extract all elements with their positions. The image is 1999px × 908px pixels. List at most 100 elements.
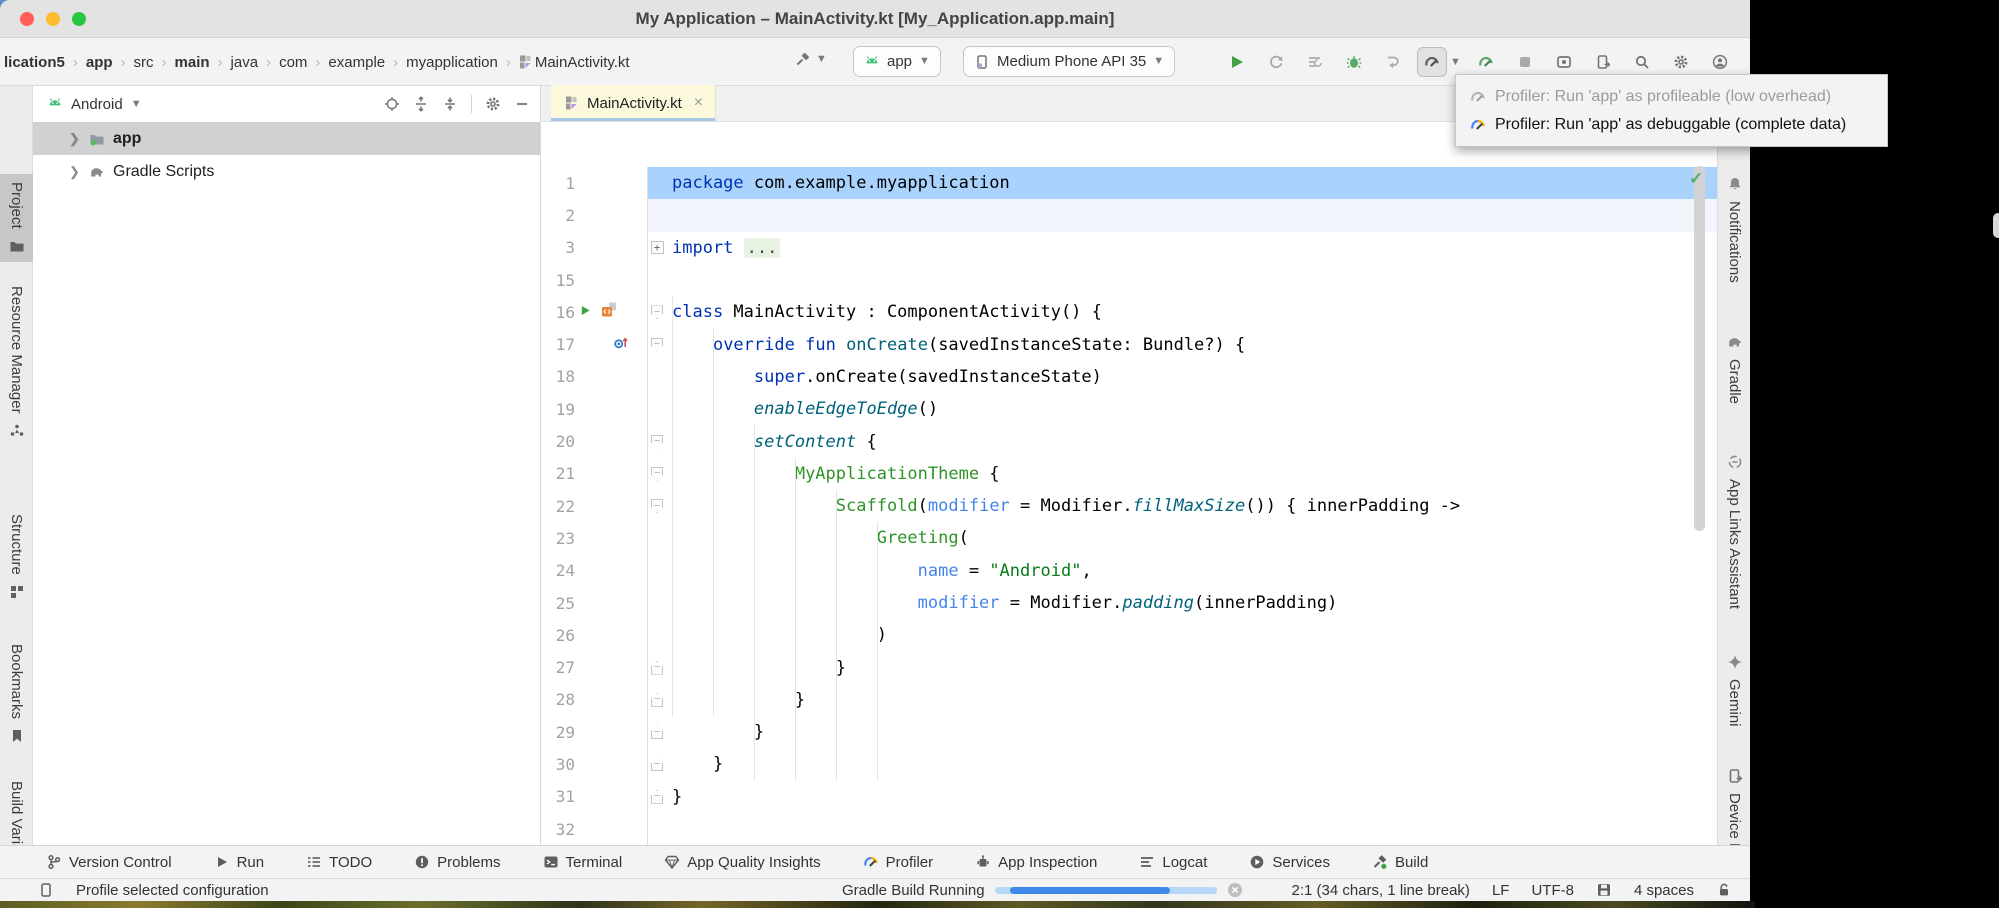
breadcrumb-item[interactable]: MainActivity.kt xyxy=(533,54,632,71)
cancel-build-icon[interactable] xyxy=(1227,882,1243,898)
stripe-item-app-links-assistant[interactable]: App Links Assistant xyxy=(1718,454,1751,609)
toolwindow-build[interactable]: Build xyxy=(1372,854,1428,871)
toolwindow-todo[interactable]: TODO xyxy=(306,854,372,871)
breadcrumb-item[interactable]: lication5 xyxy=(2,54,67,71)
gear-icon[interactable] xyxy=(485,96,501,112)
toolwindow-version-control[interactable]: Version Control xyxy=(46,854,172,871)
editor-scrollbar[interactable] xyxy=(1694,166,1705,531)
gutter xyxy=(575,684,647,716)
line-number: 22 xyxy=(541,497,575,516)
fold-marker-icon[interactable]: – xyxy=(651,435,663,449)
tree-node-app[interactable]: ❯app xyxy=(33,122,540,155)
profile-low-overhead-button[interactable] xyxy=(1471,47,1501,77)
fold-marker-icon[interactable]: – xyxy=(651,305,663,319)
breadcrumb-item[interactable]: src xyxy=(132,54,156,71)
device-manager-button[interactable] xyxy=(1588,47,1618,77)
bookmark-icon xyxy=(9,728,25,744)
profiler-button[interactable] xyxy=(1417,47,1447,77)
run-class-icon[interactable] xyxy=(579,302,592,322)
toolwindow-problems[interactable]: Problems xyxy=(414,854,500,871)
stripe-item-gradle[interactable]: Gradle xyxy=(1718,334,1751,404)
stripe-item-project[interactable]: Project xyxy=(0,174,33,262)
run-configuration-label: app xyxy=(887,53,912,70)
apply-code-changes-button[interactable] xyxy=(1300,47,1330,77)
breadcrumb-item[interactable]: java xyxy=(229,54,261,71)
fold-marker-icon[interactable]: – xyxy=(651,661,663,675)
stripe-item-bookmarks[interactable]: Bookmarks xyxy=(0,644,33,744)
code-line: 2 xyxy=(541,199,1717,231)
override-method-icon[interactable] xyxy=(613,334,629,355)
bell-icon xyxy=(1727,176,1743,192)
search-everywhere-button[interactable] xyxy=(1627,47,1657,77)
stop-button[interactable] xyxy=(1510,47,1540,77)
code-line: 18 super.onCreate(savedInstanceState) xyxy=(541,361,1717,393)
unlock-icon[interactable] xyxy=(1716,882,1732,898)
inspections-ok-icon[interactable]: ✓ xyxy=(1689,169,1703,189)
gradle-build-progress: Gradle Build Running xyxy=(842,879,1243,901)
build-project-button[interactable]: ▼ xyxy=(795,51,827,67)
stripe-item-gemini[interactable]: Gemini xyxy=(1718,654,1751,727)
breadcrumb-item[interactable]: example xyxy=(326,54,387,71)
gutter xyxy=(575,490,647,522)
tree-node-gradle-scripts[interactable]: ❯Gradle Scripts xyxy=(33,155,540,188)
device-select[interactable]: Medium Phone API 35 ▼ xyxy=(963,46,1175,77)
stripe-item-resource-manager[interactable]: Resource Manager xyxy=(0,286,33,439)
tab-mainactivity[interactable]: MainActivity.kt × xyxy=(551,85,716,121)
close-icon[interactable]: × xyxy=(694,94,703,112)
caret-position-widget[interactable]: 2:1 (34 chars, 1 line break) xyxy=(1292,882,1470,899)
fold-marker-icon[interactable]: – xyxy=(651,725,663,739)
expand-icon[interactable] xyxy=(413,96,429,112)
code-editor[interactable]: MainActivity.kt × 1package com.example.m… xyxy=(541,86,1717,845)
collapse-icon[interactable] xyxy=(442,96,458,112)
line-ending-widget[interactable]: LF xyxy=(1492,882,1510,899)
breadcrumb-item[interactable]: app xyxy=(84,54,115,71)
chevron-right-icon[interactable]: ❯ xyxy=(69,131,81,147)
code-line: 15 xyxy=(541,264,1717,296)
fold-marker-icon[interactable]: – xyxy=(651,790,663,804)
fold-marker-icon[interactable]: – xyxy=(651,499,663,513)
debug-button[interactable] xyxy=(1339,47,1369,77)
stripe-item-notifications[interactable]: Notifications xyxy=(1718,176,1751,283)
fold-marker-icon[interactable]: – xyxy=(651,693,663,707)
toolwindow-run[interactable]: Run xyxy=(214,854,265,871)
stripe-label: App Links Assistant xyxy=(1726,479,1743,609)
toolwindow-app-inspection[interactable]: App Inspection xyxy=(975,854,1097,871)
run-configuration-select[interactable]: app ▼ xyxy=(853,46,941,77)
toolwindow-app-quality-insights[interactable]: App Quality Insights xyxy=(664,854,820,871)
indent-widget[interactable]: 4 spaces xyxy=(1634,882,1694,899)
breadcrumb-item[interactable]: myapplication xyxy=(404,54,500,71)
settings-button[interactable] xyxy=(1666,47,1696,77)
line-number: 26 xyxy=(541,626,575,645)
locate-icon[interactable] xyxy=(384,96,400,112)
minus-icon[interactable] xyxy=(514,96,530,112)
title-bar: My Application – MainActivity.kt [My_App… xyxy=(0,0,1750,38)
stripe-item-structure[interactable]: Structure xyxy=(0,514,33,600)
code-text: setContent { xyxy=(666,432,877,452)
toolwindow-logcat[interactable]: Logcat xyxy=(1139,854,1207,871)
run-button[interactable] xyxy=(1222,47,1252,77)
project-view-selector[interactable]: Android ▼ xyxy=(47,96,384,113)
mode-code[interactable]: Code xyxy=(1993,213,1999,238)
popup-item[interactable]: Profiler: Run 'app' as profileable (low … xyxy=(1456,85,1887,109)
breadcrumb-item[interactable]: com xyxy=(277,54,309,71)
toolwindow-services[interactable]: Services xyxy=(1249,854,1330,871)
line-number: 24 xyxy=(541,561,575,580)
popup-item[interactable]: Profiler: Run 'app' as debuggable (compl… xyxy=(1456,113,1887,137)
fold-expand-icon[interactable]: + xyxy=(651,241,664,254)
running-devices-button[interactable] xyxy=(1549,47,1579,77)
toolwindow-profiler[interactable]: Profiler xyxy=(863,854,934,871)
attach-debugger-button[interactable] xyxy=(1378,47,1408,77)
chevron-down-icon[interactable]: ▼ xyxy=(1450,57,1462,68)
breadcrumb-item[interactable]: main xyxy=(173,54,212,71)
rerun-button[interactable] xyxy=(1261,47,1291,77)
fold-marker-icon[interactable]: – xyxy=(651,338,663,352)
toolwindow-terminal[interactable]: Terminal xyxy=(543,854,623,871)
code-area[interactable]: 1package com.example.myapplication23+imp… xyxy=(541,122,1717,845)
chevron-down-icon: ▼ xyxy=(919,56,930,67)
fold-marker-icon[interactable]: – xyxy=(651,467,663,481)
encoding-widget[interactable]: UTF-8 xyxy=(1531,882,1574,899)
account-avatar[interactable] xyxy=(1705,47,1735,77)
fold-marker-icon[interactable]: – xyxy=(651,757,663,771)
chevron-right-icon[interactable]: ❯ xyxy=(69,164,81,180)
compose-class-icon[interactable] xyxy=(601,302,617,323)
